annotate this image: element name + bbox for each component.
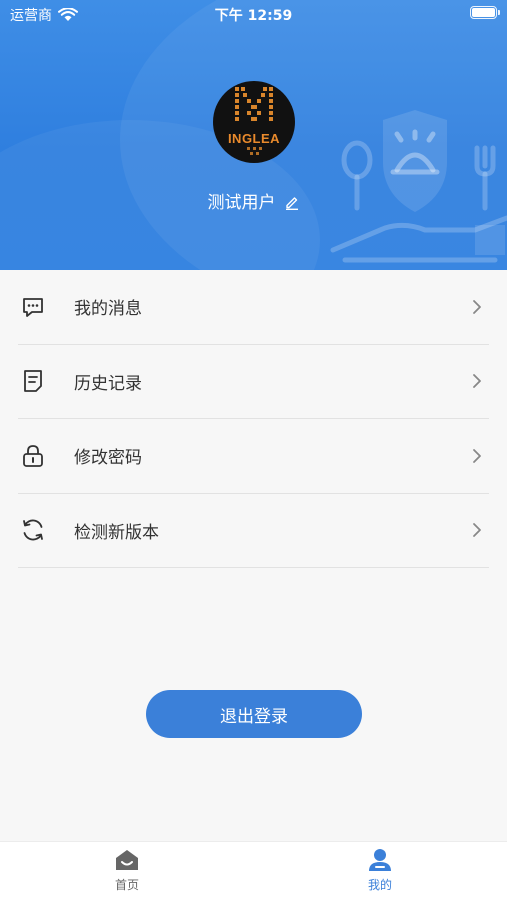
profile-header: 运营商 下午 12:59 INGLEA 测试用户 [0,0,507,270]
tab-home[interactable]: 首页 [87,848,167,893]
message-icon [23,297,43,317]
document-icon [24,370,42,393]
menu-item-label: 检测新版本 [74,522,159,543]
menu-item-history[interactable]: 历史记录 [18,345,489,419]
avatar[interactable]: INGLEA [213,81,295,163]
menu-item-label: 我的消息 [74,299,142,320]
lock-icon [23,444,43,467]
username: 测试用户 [207,193,276,213]
home-icon [116,850,138,870]
refresh-icon [23,519,43,541]
bottom-tabbar: 首页 我的 [0,841,507,900]
status-bar: 运营商 下午 12:59 [0,0,507,30]
chevron-right-icon [473,523,481,538]
edit-pencil-icon[interactable] [284,194,300,210]
avatar-logo-text: INGLEA [227,131,281,146]
menu-item-check-update[interactable]: 检测新版本 [18,494,489,568]
food-safety-illustration [330,110,507,263]
user-icon [369,849,391,871]
avatar-logo-icon [235,87,273,155]
logout-button[interactable]: 退出登录 [146,690,362,738]
status-time: 下午 12:59 [214,8,293,24]
tab-mine-label: 我的 [367,878,392,892]
tab-home-label: 首页 [114,878,139,892]
chevron-right-icon [473,374,481,389]
menu-item-messages[interactable]: 我的消息 [18,270,489,345]
menu-item-change-password[interactable]: 修改密码 [18,419,489,494]
chevron-right-icon [473,448,481,463]
tab-mine[interactable]: 我的 [340,848,420,893]
username-row[interactable]: 测试用户 [0,188,507,213]
menu-item-label: 修改密码 [74,448,142,469]
menu-item-label: 历史记录 [74,373,142,394]
battery-icon [470,6,500,19]
chevron-right-icon [473,299,481,314]
settings-menu: 我的消息 历史记录 修改密码 检测新版本 [0,270,507,568]
